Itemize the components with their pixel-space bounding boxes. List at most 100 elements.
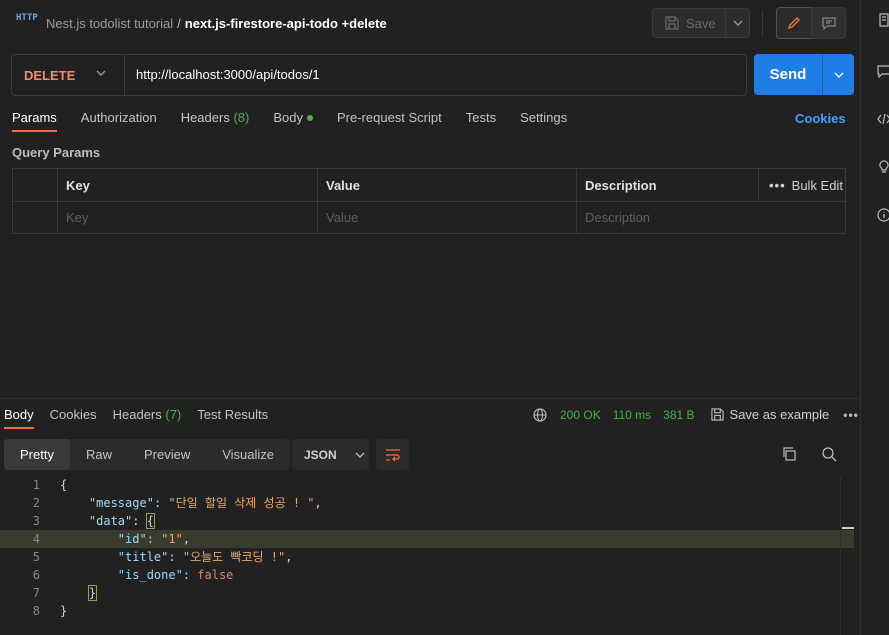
view-visualize[interactable]: Visualize [206, 439, 290, 470]
url-input[interactable]: http://localhost:3000/api/todos/1 [136, 67, 320, 82]
info-icon[interactable] [877, 208, 889, 222]
code-line: 1{ [0, 476, 854, 494]
url-bar: DELETE http://localhost:3000/api/todos/1 [11, 54, 747, 96]
code-text: "data": { [88, 513, 155, 529]
column-header-value: Value [318, 169, 577, 201]
editor-scrollbar[interactable] [840, 476, 841, 635]
line-number: 8 [32, 604, 40, 618]
breadcrumb-collection[interactable]: Nest.js todolist tutorial [46, 16, 173, 31]
json-message-value: 단일 할일 삭제 성공 ! [175, 496, 308, 510]
bulk-edit-button[interactable]: ••• Bulk Edit [758, 169, 843, 201]
search-icon[interactable] [821, 446, 837, 462]
response-tabs: Body Cookies Headers (7) Test Results [4, 407, 284, 429]
scrollbar-marker [842, 527, 854, 529]
save-icon [665, 16, 679, 30]
view-pretty[interactable]: Pretty [4, 439, 70, 470]
chevron-down-icon [733, 20, 742, 26]
comments-button[interactable] [811, 7, 846, 39]
lightbulb-icon[interactable] [877, 160, 889, 174]
code-line: 4 "id": "1", [0, 530, 854, 548]
method-select[interactable]: DELETE [12, 55, 124, 95]
value-input[interactable]: Value [318, 201, 577, 233]
response-meta: 200 OK 110 ms 381 B Save as example ••• [533, 407, 859, 422]
more-options-icon[interactable]: ••• [843, 408, 859, 422]
tab-label: Body [273, 110, 303, 125]
view-preview[interactable]: Preview [128, 439, 206, 470]
key-input[interactable]: Key [58, 201, 318, 233]
code-line: 3 "data": { [0, 512, 854, 530]
code-text: "id": "1", [117, 532, 191, 546]
tab-response-body[interactable]: Body [4, 407, 34, 429]
status-code[interactable]: 200 OK [560, 408, 601, 422]
tab-label: Pre-request Script [336, 110, 442, 125]
breadcrumb: Nest.js todolist tutorial / next.js-firest… [46, 16, 387, 31]
wrap-lines-button[interactable] [376, 439, 409, 470]
tab-label: Headers [180, 110, 230, 125]
body-indicator-dot [306, 114, 313, 121]
query-params-table: Key Value Description ••• Bulk Edit Key … [12, 168, 846, 234]
send-button[interactable]: Send [754, 54, 822, 95]
response-time[interactable]: 110 ms [613, 408, 651, 422]
format-label: JSON [304, 447, 337, 462]
tab-pre-request-script[interactable]: Pre-request Script [337, 110, 442, 134]
checkbox-column-header [13, 169, 58, 201]
line-number: 4 [32, 532, 40, 546]
save-button[interactable]: Save [652, 8, 726, 38]
tab-authorization[interactable]: Authorization [81, 110, 157, 134]
format-select[interactable]: JSON [292, 439, 369, 470]
code-text: "is_done": false [117, 568, 234, 582]
tab-label: Body [4, 407, 34, 422]
comment-icon[interactable] [877, 64, 889, 78]
tab-label: Tests [465, 110, 497, 125]
pencil-icon [787, 17, 800, 30]
chevron-down-icon [96, 70, 106, 76]
save-icon [710, 408, 724, 421]
tab-body[interactable]: Body [273, 110, 313, 134]
tab-response-cookies[interactable]: Cookies [50, 407, 97, 422]
send-options-button[interactable] [823, 54, 854, 95]
breadcrumb-separator: / [177, 16, 181, 31]
save-as-example-button[interactable]: Save as example [710, 407, 830, 422]
tab-params[interactable]: Params [12, 110, 57, 134]
save-as-example-label: Save as example [729, 407, 830, 422]
globe-icon[interactable] [533, 407, 547, 422]
request-tabs: Params Authorization Headers (8) Body Pr… [12, 110, 591, 134]
cookies-link[interactable]: Cookies [795, 111, 846, 126]
bulk-edit-label: Bulk Edit [791, 177, 843, 193]
save-options-button[interactable] [726, 8, 750, 38]
line-number: 5 [32, 550, 40, 564]
code-line: 2 "message": "단일 할일 삭제 성공 ! ", [0, 494, 854, 512]
row-checkbox[interactable] [13, 201, 58, 233]
request-name[interactable]: next.js-firestore-api-todo +delete [185, 16, 387, 31]
copy-icon[interactable] [781, 446, 797, 462]
chevron-down-icon [834, 72, 843, 78]
description-input[interactable]: Description [577, 201, 845, 233]
line-number: 1 [32, 478, 40, 492]
tab-label: Cookies [49, 407, 97, 422]
tab-response-headers[interactable]: Headers (7) [113, 407, 182, 422]
tab-test-results[interactable]: Test Results [197, 407, 268, 422]
headers-count: (7) [165, 407, 182, 422]
code-line: 6 "is_done": false [0, 566, 854, 584]
view-raw[interactable]: Raw [70, 439, 128, 470]
edit-docs-button[interactable] [776, 7, 812, 39]
line-number: 7 [32, 586, 40, 600]
divider [762, 10, 763, 36]
code-text: "title": "오늘도 빡코딩 !", [117, 550, 293, 564]
code-text: } [60, 604, 68, 618]
column-header-key: Key [58, 169, 318, 201]
tab-tests[interactable]: Tests [466, 110, 496, 134]
code-icon[interactable] [877, 112, 889, 126]
headers-count: (8) [233, 110, 250, 125]
response-body-editor[interactable]: 1{ 2 "message": "단일 할일 삭제 성공 ! ", 3 "dat… [0, 476, 854, 620]
tab-settings[interactable]: Settings [520, 110, 567, 134]
send-button-group: Send [754, 54, 854, 95]
comment-icon [821, 17, 836, 30]
tab-label: Authorization [80, 110, 157, 125]
query-params-title: Query Params [12, 145, 101, 160]
divider [124, 55, 125, 95]
response-size[interactable]: 381 B [663, 408, 694, 422]
line-number: 6 [32, 568, 40, 582]
tab-headers[interactable]: Headers (8) [181, 110, 250, 134]
documentation-icon[interactable] [877, 13, 889, 27]
